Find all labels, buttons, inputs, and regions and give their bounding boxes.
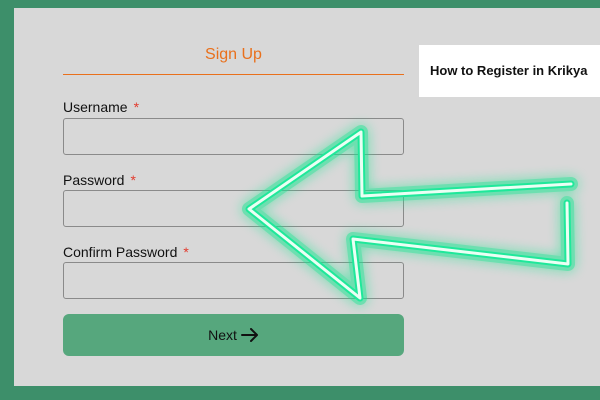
- required-marker: *: [130, 172, 136, 188]
- password-label: Password *: [63, 172, 136, 188]
- confirm-password-label: Confirm Password *: [63, 244, 189, 260]
- password-label-text: Password: [63, 172, 125, 188]
- username-input[interactable]: [63, 118, 404, 155]
- required-marker: *: [133, 99, 140, 115]
- signup-title: Sign Up: [205, 46, 262, 63]
- password-input[interactable]: [63, 190, 404, 227]
- username-label-text: Username: [63, 99, 128, 115]
- arrow-right-icon: [240, 328, 259, 342]
- tutorial-card-title: How to Register in Krikya: [430, 63, 588, 78]
- confirm-password-input[interactable]: [63, 262, 404, 299]
- username-label: Username *: [63, 99, 139, 115]
- next-button[interactable]: Next: [63, 314, 404, 356]
- title-underline: [63, 74, 404, 75]
- confirm-password-label-text: Confirm Password: [63, 244, 178, 260]
- required-marker: *: [183, 244, 189, 260]
- tutorial-card: How to Register in Krikya: [419, 45, 600, 97]
- next-button-label: Next: [208, 327, 237, 343]
